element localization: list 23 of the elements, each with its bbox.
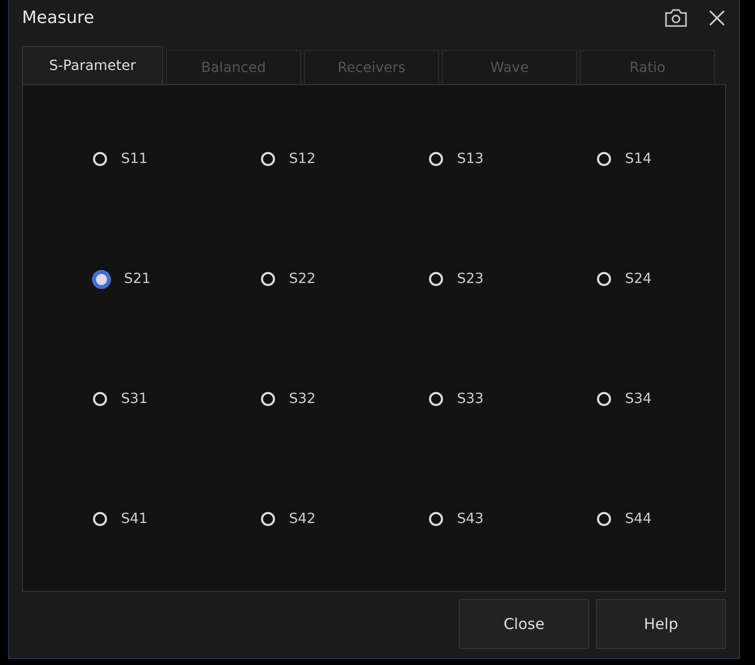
- radio-label[interactable]: S33: [457, 391, 484, 407]
- radio-label[interactable]: S41: [121, 511, 148, 527]
- radio-label[interactable]: S31: [121, 391, 148, 407]
- radio-label[interactable]: S13: [457, 151, 484, 167]
- radio-label[interactable]: S11: [121, 151, 148, 167]
- tab[interactable]: S-Parameter: [22, 46, 163, 84]
- radio-label[interactable]: S42: [289, 511, 316, 527]
- radio-label[interactable]: S32: [289, 391, 316, 407]
- radio-label[interactable]: S34: [625, 391, 652, 407]
- radio-label[interactable]: S44: [625, 511, 652, 527]
- radio-button[interactable]: [93, 270, 110, 288]
- radio-label[interactable]: S12: [289, 151, 316, 167]
- radio-label[interactable]: S22: [289, 271, 316, 287]
- camera-icon[interactable]: [664, 9, 688, 27]
- radio-label[interactable]: S21: [124, 271, 151, 287]
- dialog-button[interactable]: Help: [596, 599, 726, 649]
- close-icon[interactable]: [708, 9, 726, 27]
- radio-label[interactable]: S43: [457, 511, 484, 527]
- radio-label[interactable]: S23: [457, 271, 484, 287]
- dialog-button[interactable]: Close: [459, 599, 589, 649]
- window-title: Measure: [22, 8, 94, 28]
- radio-label[interactable]: S14: [625, 151, 652, 167]
- radio-label[interactable]: S24: [625, 271, 652, 287]
